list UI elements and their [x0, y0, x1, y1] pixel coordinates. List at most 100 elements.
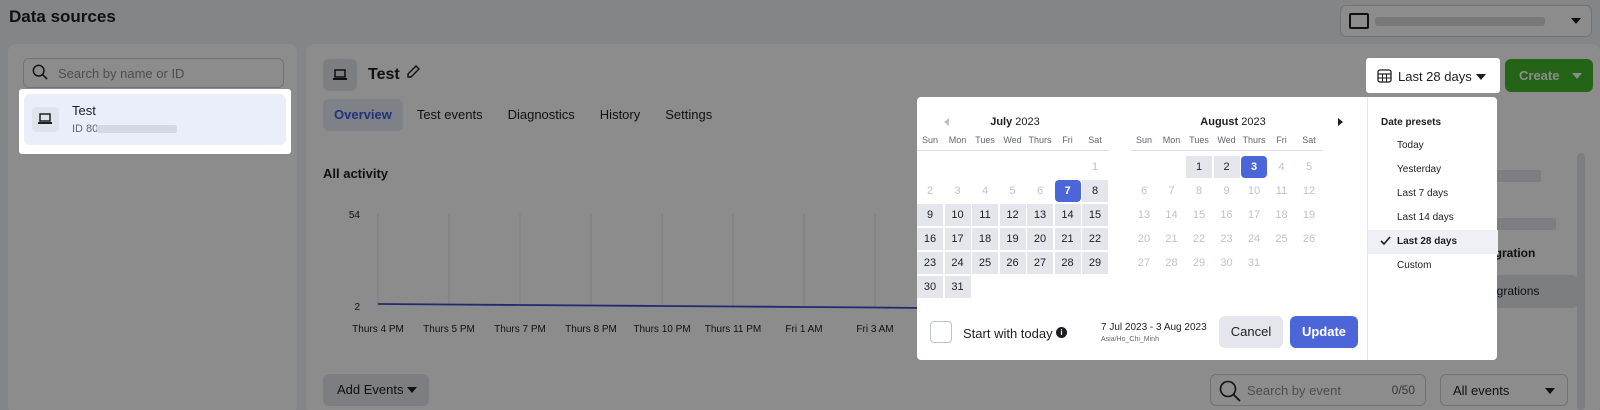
calendar-day[interactable]: 5 — [1296, 156, 1322, 178]
calendar-day[interactable]: 22 — [1186, 228, 1212, 250]
integrations-button-label: egrations — [1490, 284, 1540, 298]
calendar-day[interactable]: 2 — [1213, 156, 1240, 178]
calendar-day[interactable]: 4 — [972, 180, 998, 202]
calendar-day[interactable]: 14 — [1054, 204, 1081, 226]
update-button[interactable]: Update — [1290, 316, 1358, 348]
calendar-day[interactable]: 27 — [1027, 252, 1053, 274]
add-events-button[interactable]: Add Events — [323, 374, 429, 406]
calendar-day[interactable]: 17 — [1241, 204, 1267, 226]
x-tick-label: Thurs 11 PM — [705, 324, 762, 335]
calendar-day[interactable]: 25 — [972, 252, 998, 274]
tab-diagnostics[interactable]: Diagnostics — [497, 99, 586, 131]
calendar-day[interactable]: 27 — [1131, 252, 1157, 274]
calendar-day[interactable]: 28 — [1054, 252, 1081, 274]
preset-custom[interactable]: Custom — [1368, 254, 1498, 278]
calendar-day[interactable]: 20 — [1131, 228, 1157, 250]
calendar-day[interactable]: 9 — [917, 204, 943, 226]
date-range-button[interactable]: Last 28 days — [1370, 61, 1496, 91]
calendar-day[interactable]: 11 — [1269, 180, 1295, 202]
calendar-day[interactable]: 3 — [945, 180, 971, 202]
tab-history[interactable]: History — [589, 99, 651, 131]
calendar-day[interactable]: 25 — [1269, 228, 1295, 250]
calendar-day[interactable]: 13 — [1027, 204, 1053, 226]
calendar-day[interactable]: 18 — [972, 228, 998, 250]
source-search-input[interactable] — [58, 63, 273, 83]
event-search-field[interactable]: 0/50 — [1210, 374, 1426, 406]
calendar-day[interactable]: 29 — [1186, 252, 1212, 274]
calendar-day[interactable]: 1 — [1186, 156, 1212, 178]
pencil-icon[interactable] — [405, 64, 421, 80]
calendar-day[interactable]: 12 — [1296, 180, 1322, 202]
weekday-divider — [917, 150, 1109, 151]
calendar-day[interactable]: 10 — [944, 204, 971, 226]
all-events-dropdown[interactable]: All events — [1440, 374, 1568, 406]
calendar-day[interactable]: 15 — [1082, 204, 1108, 226]
calendar-day[interactable]: 21 — [1159, 228, 1185, 250]
calendar-day[interactable]: 26 — [1296, 228, 1322, 250]
calendar-day[interactable]: 13 — [1131, 204, 1157, 226]
cancel-button[interactable]: Cancel — [1219, 316, 1283, 348]
calendar-day[interactable]: 28 — [1159, 252, 1185, 274]
calendar-day[interactable]: 24 — [1241, 228, 1267, 250]
date-range-label: Last 28 days — [1398, 69, 1472, 84]
calendar-day[interactable]: 16 — [917, 228, 943, 250]
calendar-day[interactable]: 14 — [1159, 204, 1185, 226]
calendar-day[interactable]: 1 — [1082, 156, 1108, 178]
calendar-day[interactable]: 15 — [1186, 204, 1212, 226]
preset-label: Custom — [1397, 260, 1432, 271]
preset-today[interactable]: Today — [1368, 134, 1498, 158]
chevron-down-icon — [1572, 73, 1582, 79]
calendar-day[interactable]: 6 — [1131, 180, 1157, 202]
scrollbar[interactable] — [1577, 153, 1585, 410]
start-with-today-checkbox[interactable] — [930, 321, 952, 343]
calendar-day[interactable]: 7 — [1159, 180, 1185, 202]
calendar-day[interactable]: 8 — [1186, 180, 1212, 202]
calendar-day[interactable]: 17 — [944, 228, 971, 250]
calendar-day[interactable]: 2 — [917, 180, 943, 202]
tab-overview[interactable]: Overview — [323, 99, 403, 131]
next-month-arrow-icon[interactable] — [1338, 118, 1343, 126]
preset-yesterday[interactable]: Yesterday — [1368, 158, 1498, 182]
account-switcher[interactable] — [1340, 5, 1592, 37]
calendar-day[interactable]: 24 — [944, 252, 971, 274]
calendar-day[interactable]: 31 — [1241, 252, 1267, 274]
chevron-down-icon — [1571, 18, 1581, 24]
calendar-day[interactable]: 11 — [972, 204, 998, 226]
timezone-text: Asia/Ho_Chi_Minh — [1101, 336, 1159, 343]
calendar-day[interactable]: 10 — [1241, 180, 1267, 202]
calendar-day[interactable]: 6 — [1027, 180, 1053, 202]
tab-test-events[interactable]: Test events — [406, 99, 494, 131]
preset-last-28-days[interactable]: Last 28 days — [1368, 230, 1498, 254]
calendar-day[interactable]: 5 — [1000, 180, 1026, 202]
calendar-day[interactable]: 23 — [1214, 228, 1240, 250]
calendar-day[interactable]: 9 — [1214, 180, 1240, 202]
calendar-day[interactable]: 4 — [1269, 156, 1295, 178]
create-button[interactable]: Create — [1505, 59, 1593, 92]
calendar-day[interactable]: 31 — [944, 276, 971, 298]
calendar-day[interactable]: 19 — [1296, 204, 1322, 226]
account-name-redacted — [1375, 17, 1545, 26]
calendar-day[interactable]: 20 — [1027, 228, 1053, 250]
calendar-day[interactable]: 26 — [999, 252, 1026, 274]
calendar-day[interactable]: 29 — [1082, 252, 1108, 274]
calendar-day[interactable]: 19 — [999, 228, 1026, 250]
tab-settings[interactable]: Settings — [654, 99, 723, 131]
calendar-day[interactable]: 7 — [1054, 180, 1081, 202]
calendar-day[interactable]: 18 — [1269, 204, 1295, 226]
calendar-day[interactable]: 21 — [1054, 228, 1081, 250]
preset-last-7-days[interactable]: Last 7 days — [1368, 182, 1498, 206]
preset-last-14-days[interactable]: Last 14 days — [1368, 206, 1498, 230]
calendar-day[interactable]: 30 — [1214, 252, 1240, 274]
calendar-day[interactable]: 8 — [1082, 180, 1108, 202]
calendar-day[interactable]: 22 — [1082, 228, 1108, 250]
weekday-header: Thurs — [1242, 135, 1266, 145]
source-search-field[interactable] — [23, 58, 284, 88]
event-search-input[interactable] — [1247, 381, 1377, 399]
calendar-day[interactable]: 30 — [917, 276, 943, 298]
calendar-day[interactable]: 23 — [917, 252, 943, 274]
calendar-day[interactable]: 3 — [1241, 156, 1267, 178]
info-icon[interactable]: i — [1056, 327, 1067, 338]
source-list-item[interactable]: Test ID 80 — [24, 94, 286, 145]
calendar-day[interactable]: 12 — [999, 204, 1026, 226]
calendar-day[interactable]: 16 — [1214, 204, 1240, 226]
